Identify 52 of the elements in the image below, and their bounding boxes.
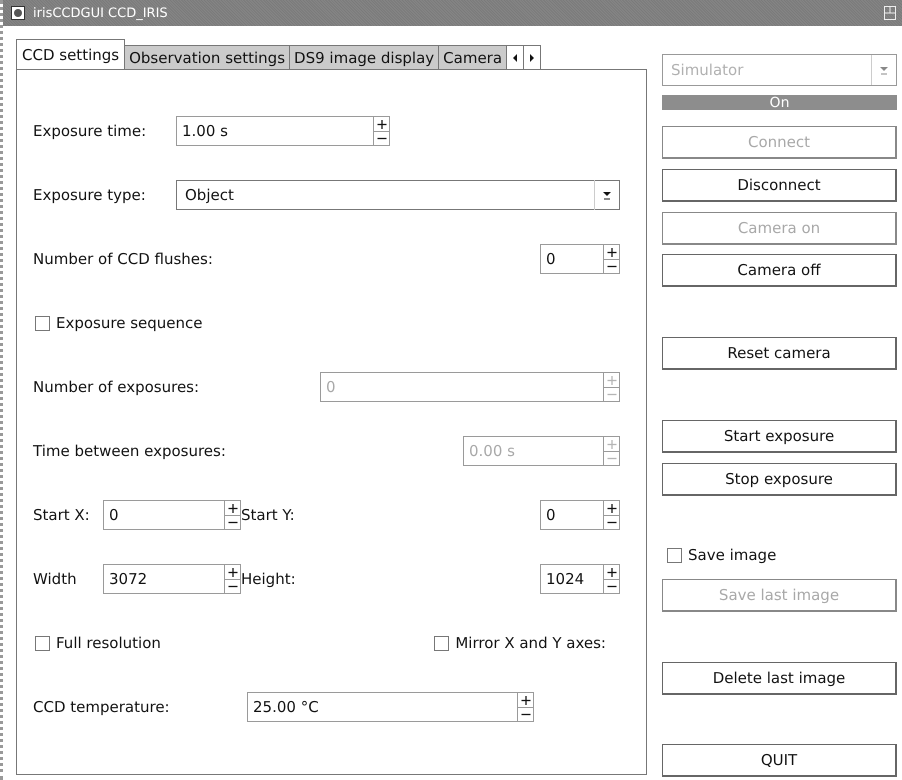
scroll-left-button[interactable] [507,45,524,70]
input-field[interactable]: 0 [103,500,224,530]
input-field[interactable]: 0 [540,500,603,530]
dropdown[interactable]: Object [176,180,620,210]
tab[interactable]: Camera [439,45,508,70]
field-label: Time between exposures: [33,442,227,460]
checkbox[interactable] [35,316,50,330]
field-label: Start Y: [241,506,296,524]
field-label: CCD temperature: [33,698,171,716]
field-label: Start X: [33,506,91,524]
spin-buttons[interactable] [517,692,534,722]
button[interactable]: QUIT [662,744,897,777]
window-title: irisCCDGUI CCD_IRIS [33,6,169,20]
button[interactable]: Stop exposure [662,463,897,496]
button[interactable]: Reset camera [662,337,897,370]
status-bar: On [662,95,897,110]
input-field[interactable]: 1.00 s [176,116,373,146]
spin-buttons[interactable] [603,244,620,274]
input-field[interactable]: 25.00 °C [247,692,517,722]
checkbox[interactable] [434,636,450,650]
spin-buttons[interactable] [373,116,390,146]
input-field[interactable]: 3072 [103,564,224,594]
field-label: Exposure type: [33,186,147,204]
field-label: Number of exposures: [33,378,200,396]
window-menu-icon[interactable] [11,6,25,20]
field-label: Exposure time: [33,122,148,140]
button[interactable]: Camera off [662,254,897,287]
input-field[interactable]: 1024 [540,564,603,594]
checkbox[interactable] [35,636,50,650]
spin-buttons[interactable] [603,564,620,594]
input-field[interactable]: 0 [540,244,603,274]
tab[interactable]: DS9 image display [290,45,440,70]
right-arrow-icon [529,52,536,64]
spin-buttons[interactable] [224,500,241,530]
button[interactable]: Start exposure [662,420,897,453]
checkbox[interactable] [667,548,682,562]
field-label: Number of CCD flushes: [33,250,214,268]
maximize-icon[interactable] [884,6,896,20]
checkbox-label: Exposure sequence [56,314,202,332]
button[interactable]: Delete last image [662,662,897,695]
checkbox-label: Mirror X and Y axes: [455,634,606,652]
tab[interactable]: Observation settings [125,45,290,70]
checkbox-label: Save image [688,546,776,564]
field-label: Width [33,570,78,588]
spin-buttons[interactable] [224,564,241,594]
button[interactable]: Disconnect [662,169,897,202]
checkbox-label: Full resolution [56,634,161,652]
spin-buttons[interactable] [603,500,620,530]
field-label: Height: [241,570,297,588]
scroll-right-button[interactable] [524,45,542,70]
left-arrow-icon [512,52,518,64]
tab[interactable]: CCD settings [16,39,126,70]
